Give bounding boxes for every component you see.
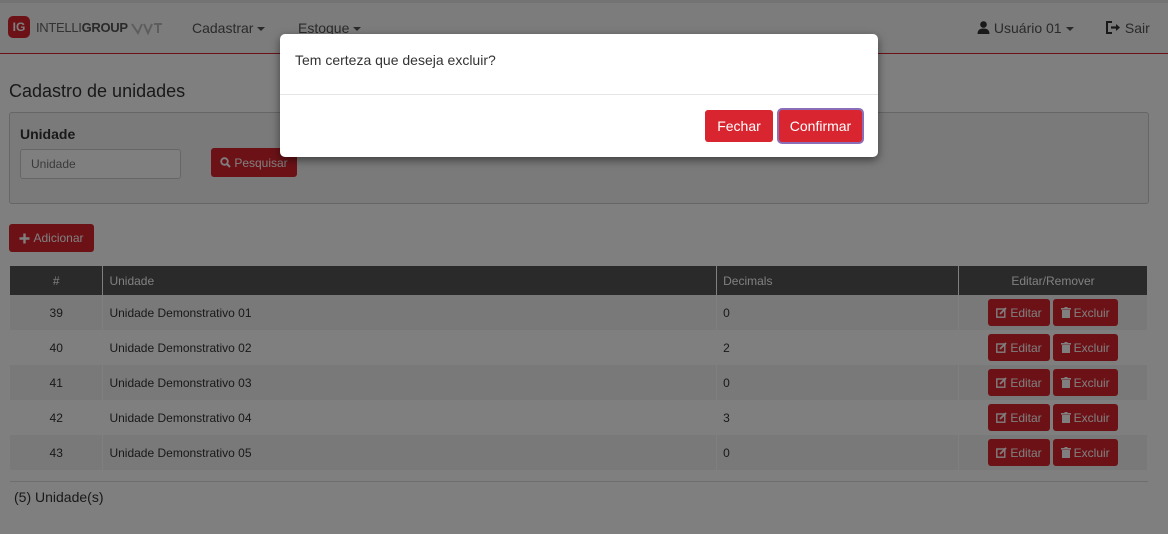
dialog-divider — [280, 94, 878, 95]
dialog-message: Tem certeza que deseja excluir? — [295, 52, 496, 68]
close-button[interactable]: Fechar — [705, 110, 773, 142]
confirm-button[interactable]: Confirmar — [779, 110, 862, 142]
confirm-delete-dialog: Tem certeza que deseja excluir? Fechar C… — [280, 34, 878, 157]
